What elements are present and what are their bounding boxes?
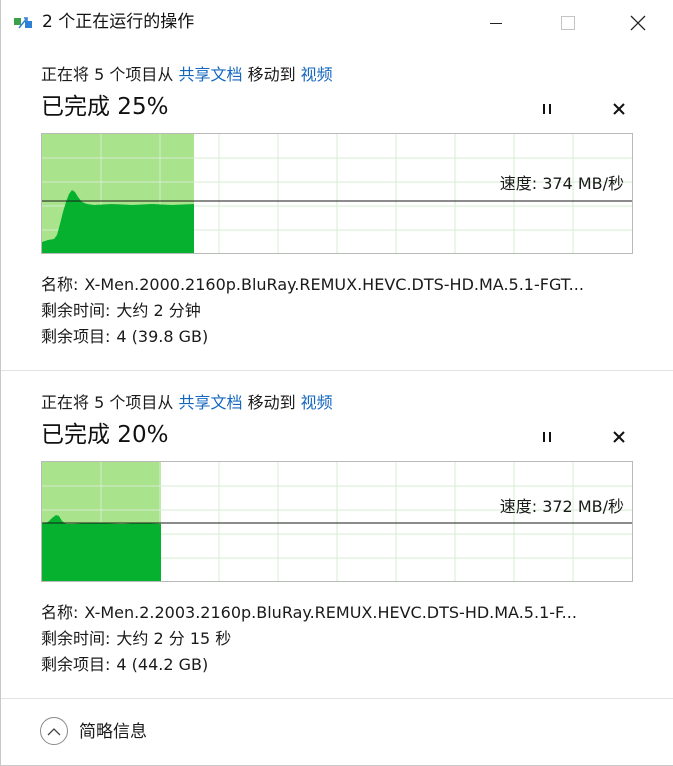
detail-time-remaining: 剩余时间: 大约 2 分钟 (41, 298, 636, 324)
time-remaining: 大约 2 分钟 (116, 301, 201, 320)
time-remaining-label: 剩余时间: (41, 301, 111, 320)
title-bar[interactable]: 2 个正在运行的操作 (1, 0, 673, 46)
operation-details: 名称: X-Men.2.2003.2160p.BluRay.REMUX.HEVC.… (41, 600, 636, 678)
file-operation-dialog: 2 个正在运行的操作 正在将 5 个项目从 共享文档 移动到 视频 已完成 25… (0, 0, 673, 766)
operation-description: 正在将 5 个项目从 共享文档 移动到 视频 (41, 392, 333, 414)
items-remaining: 4 (39.8 GB) (116, 327, 209, 346)
desc-prefix: 正在将 5 个项目从 (41, 393, 174, 412)
window-title: 2 个正在运行的操作 (42, 12, 195, 32)
detail-items-remaining: 剩余项目: 4 (44.2 GB) (41, 652, 636, 678)
time-remaining-label: 剩余时间: (41, 629, 111, 648)
cancel-button[interactable] (605, 96, 633, 122)
name-label: 名称: (41, 275, 79, 294)
detail-name: 名称: X-Men.2000.2160p.BluRay.REMUX.HEVC.DT… (41, 272, 636, 298)
fewer-details-button[interactable] (40, 717, 68, 745)
detail-items-remaining: 剩余项目: 4 (39.8 GB) (41, 324, 636, 350)
chevron-up-icon (47, 727, 61, 735)
source-folder-link[interactable]: 共享文档 (178, 393, 242, 412)
items-remaining-label: 剩余项目: (41, 655, 111, 674)
close-icon (630, 15, 646, 31)
speed-area (42, 515, 161, 581)
cancel-button[interactable] (605, 424, 633, 450)
speed-label: 速度: 374 MB/秒 (499, 174, 624, 193)
desc-prefix: 正在将 5 个项目从 (41, 65, 174, 84)
detail-time-remaining: 剩余时间: 大约 2 分 15 秒 (41, 626, 636, 652)
pause-button[interactable] (533, 424, 561, 450)
file-move-icon (13, 14, 33, 32)
maximize-icon (561, 16, 575, 30)
operation-description: 正在将 5 个项目从 共享文档 移动到 视频 (41, 64, 333, 86)
cancel-icon (613, 103, 625, 115)
minimize-button[interactable] (473, 0, 519, 46)
detail-name: 名称: X-Men.2.2003.2160p.BluRay.REMUX.HEVC.… (41, 600, 636, 626)
items-remaining: 4 (44.2 GB) (116, 655, 209, 674)
footer-divider (1, 698, 673, 699)
transfer-speed-graph: 速度: 374 MB/秒 (41, 133, 633, 254)
source-folder-link[interactable]: 共享文档 (178, 65, 242, 84)
transfer-speed-graph: 速度: 372 MB/秒 (41, 461, 633, 582)
pause-icon (543, 432, 551, 442)
operation-divider (1, 370, 673, 371)
speed-label: 速度: 372 MB/秒 (499, 497, 624, 516)
items-remaining-label: 剩余项目: (41, 327, 111, 346)
fewer-details-label[interactable]: 简略信息 (79, 720, 147, 744)
desc-middle: 移动到 (247, 65, 296, 84)
pause-icon (543, 104, 551, 114)
operation-details: 名称: X-Men.2000.2160p.BluRay.REMUX.HEVC.DT… (41, 272, 636, 350)
progress-status: 已完成 25% (41, 94, 169, 120)
close-button[interactable] (615, 0, 661, 46)
destination-folder-link[interactable]: 视频 (301, 65, 333, 84)
cancel-icon (613, 431, 625, 443)
file-name: X-Men.2.2003.2160p.BluRay.REMUX.HEVC.DTS… (84, 603, 577, 622)
time-remaining: 大约 2 分 15 秒 (116, 629, 232, 648)
name-label: 名称: (41, 603, 79, 622)
minimize-icon (490, 23, 502, 24)
pause-button[interactable] (533, 96, 561, 122)
desc-middle: 移动到 (247, 393, 296, 412)
maximize-button (545, 0, 591, 46)
destination-folder-link[interactable]: 视频 (301, 393, 333, 412)
file-name: X-Men.2000.2160p.BluRay.REMUX.HEVC.DTS-H… (84, 275, 584, 294)
progress-status: 已完成 20% (41, 422, 169, 448)
footer: 简略信息 (1, 700, 673, 765)
